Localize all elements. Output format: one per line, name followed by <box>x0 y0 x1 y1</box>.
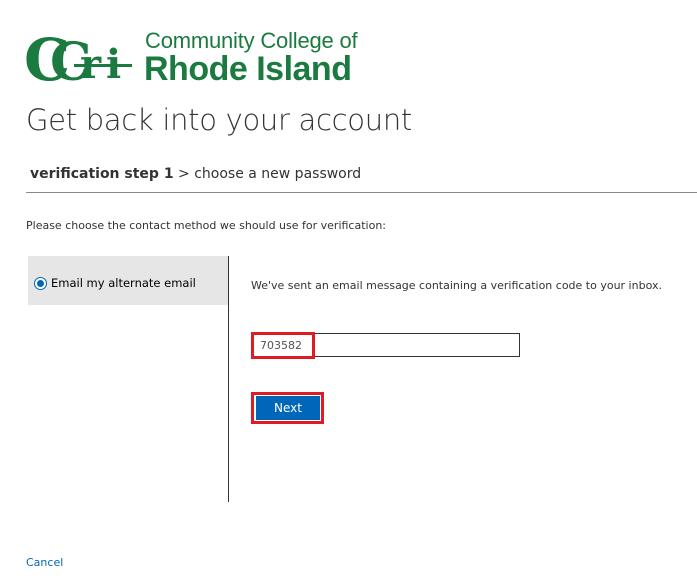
verification-sent-message: We've sent an email message containing a… <box>251 279 662 292</box>
breadcrumb-divider <box>26 192 697 193</box>
ccri-logo-mark: C C r i <box>24 26 132 88</box>
method-radio-button[interactable] <box>34 276 47 290</box>
method-option-alternate-email[interactable]: Email my alternate email <box>34 276 196 290</box>
cancel-link[interactable]: Cancel <box>26 556 63 569</box>
breadcrumb-next-step: choose a new password <box>194 166 362 182</box>
breadcrumb-separator: > <box>178 166 190 182</box>
verification-code-input[interactable] <box>253 333 520 357</box>
contact-method-prompt: Please choose the contact method we shou… <box>26 219 386 232</box>
logo-line-2: Rhode Island <box>144 50 352 88</box>
college-logo: C C r i Community College of Rhode Islan… <box>24 26 369 88</box>
contact-method-list: Email my alternate email <box>28 256 228 305</box>
password-reset-page: C C r i Community College of Rhode Islan… <box>0 0 697 580</box>
next-button[interactable]: Next <box>256 396 320 420</box>
breadcrumb: verification step 1 > choose a new passw… <box>30 166 361 182</box>
method-option-label: Email my alternate email <box>51 276 196 290</box>
panel-divider <box>228 256 229 502</box>
page-title: Get back into your account <box>26 103 412 137</box>
breadcrumb-current-step: verification step 1 <box>30 166 174 182</box>
